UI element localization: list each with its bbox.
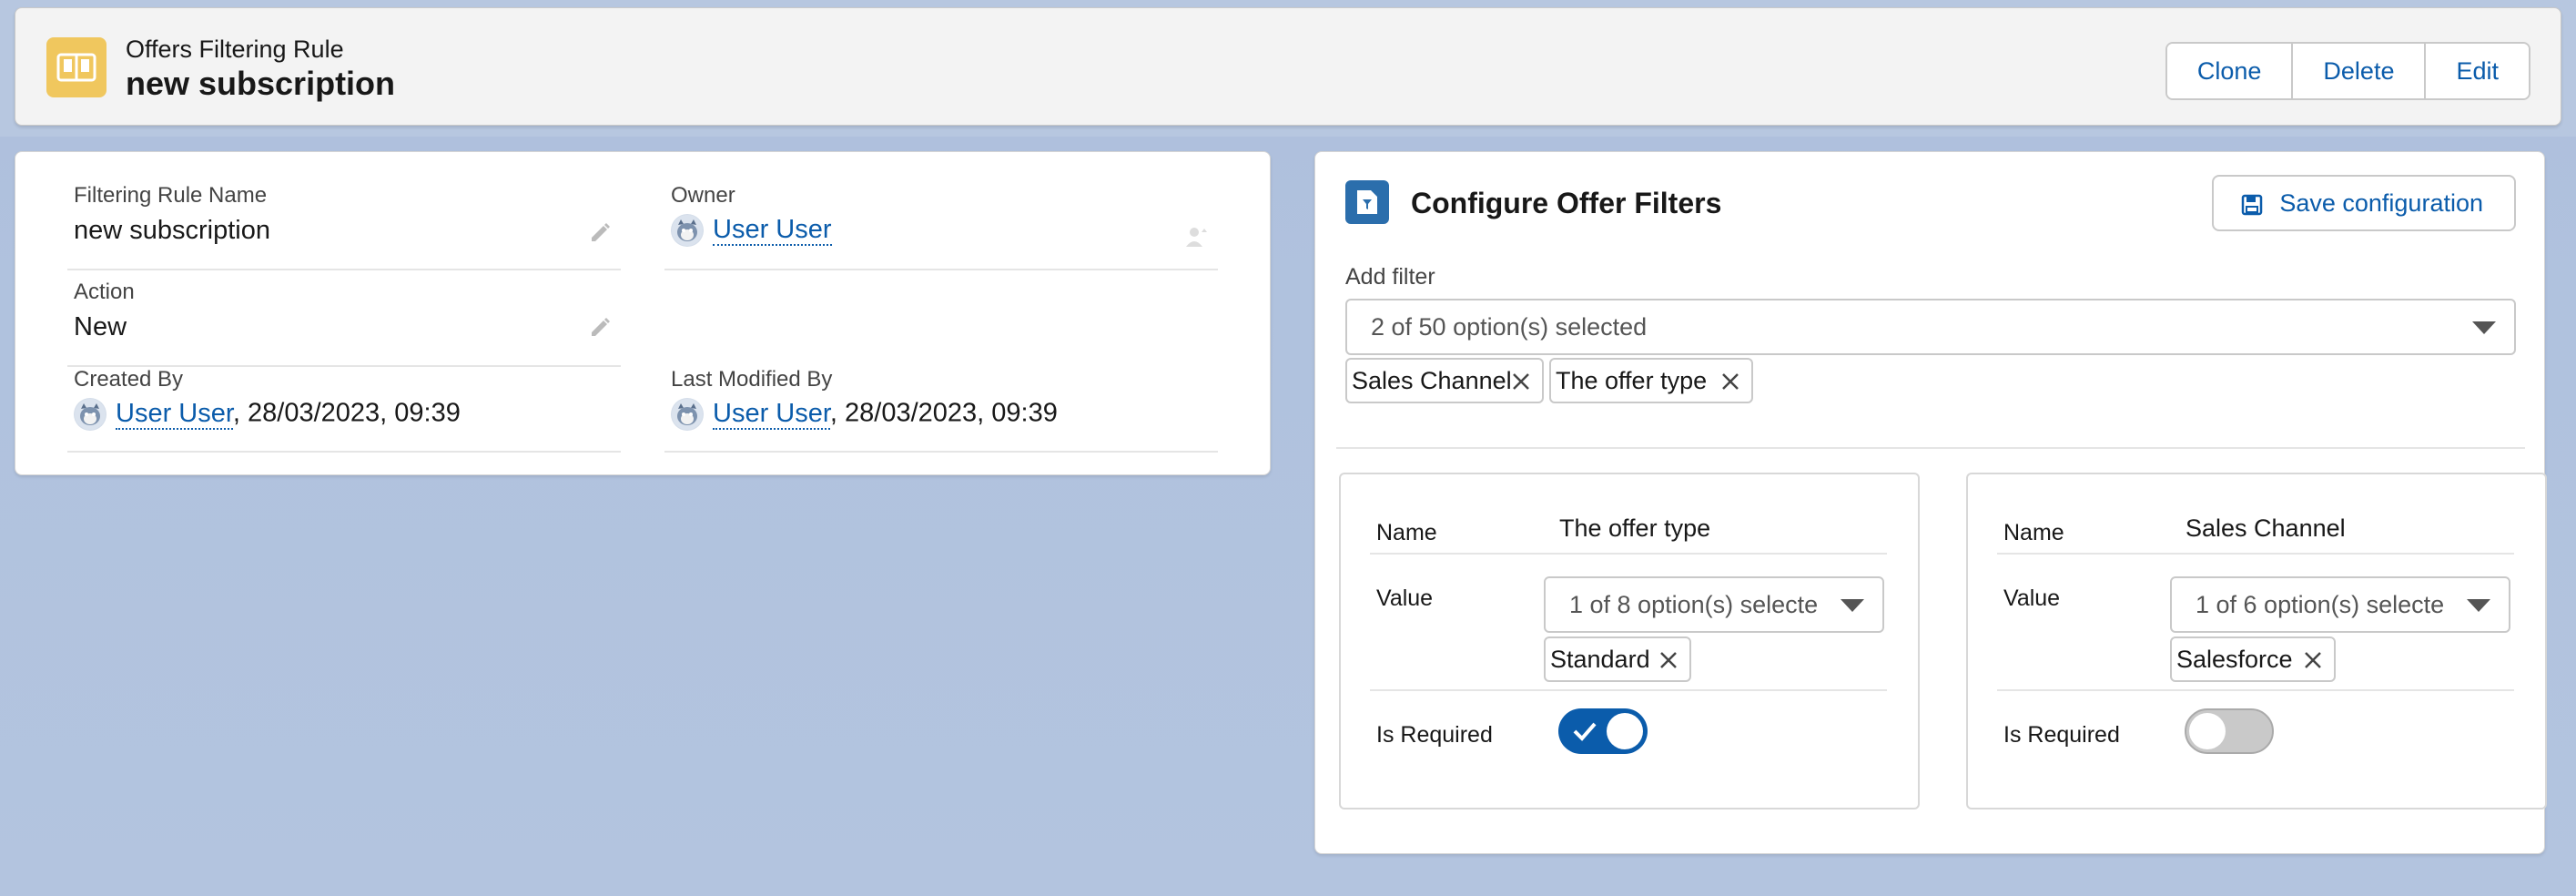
selected-value-pill: Standard — [1544, 636, 1691, 682]
selected-filter-pill: The offer type — [1549, 358, 1753, 403]
close-icon[interactable] — [1511, 372, 1531, 392]
add-filter-value: 2 of 50 option(s) selected — [1371, 312, 1648, 341]
record-actions: Clone Delete Edit — [2165, 42, 2530, 100]
clone-button[interactable]: Clone — [2166, 44, 2294, 98]
avatar — [671, 214, 704, 247]
owner-link[interactable]: User User — [713, 214, 832, 246]
field-created-by: Created By User User, 28/03/2023, 09:39 — [67, 367, 621, 453]
selected-filter-pill: Sales Channel — [1345, 358, 1544, 403]
value-combobox-text: 1 of 8 option(s) selecte — [1569, 590, 1819, 618]
name-label: Name — [1376, 520, 1437, 545]
field-filtering-rule-name: Filtering Rule Name new subscription — [67, 183, 621, 270]
last-modified-value: User User, 28/03/2023, 09:39 — [671, 398, 1058, 431]
pill-label: The offer type — [1556, 366, 1708, 394]
value-label: Value — [1376, 585, 1434, 611]
chevron-down-icon — [1841, 599, 1864, 612]
add-filter-combobox[interactable]: 2 of 50 option(s) selected — [1345, 299, 2516, 355]
field-label: Last Modified By — [671, 367, 833, 392]
filter-name: Sales Channel — [2186, 514, 2346, 542]
chevron-down-icon — [2472, 321, 2496, 334]
selected-value-pill: Salesforce — [2170, 636, 2336, 682]
is-required-toggle[interactable] — [1558, 708, 1648, 754]
avatar — [74, 398, 106, 431]
check-icon — [1573, 722, 1597, 741]
save-configuration-button[interactable]: Save configuration — [2212, 175, 2516, 231]
filter-rule-book-icon — [46, 37, 106, 97]
field-label: Owner — [671, 183, 735, 208]
created-by-value: User User, 28/03/2023, 09:39 — [74, 398, 461, 431]
row-divider — [1370, 553, 1887, 555]
record-header: Offers Filtering Rule new subscription C… — [15, 7, 2561, 126]
row-divider — [1997, 553, 2514, 555]
close-icon[interactable] — [1658, 650, 1678, 670]
toggle-knob — [2189, 713, 2226, 749]
filter-card-offer-type: Name The offer type Value 1 of 8 option(… — [1339, 473, 1920, 809]
delete-button[interactable]: Delete — [2293, 44, 2427, 98]
change-owner-icon[interactable] — [1183, 223, 1211, 250]
created-date: , 28/03/2023, 09:39 — [232, 398, 461, 428]
avatar — [671, 398, 704, 431]
close-icon[interactable] — [1720, 372, 1740, 392]
pencil-icon[interactable] — [586, 218, 614, 245]
pill-label: Standard — [1550, 645, 1650, 673]
save-disk-icon — [2242, 194, 2263, 216]
field-owner: Owner User User — [664, 183, 1218, 270]
field-value: new subscription — [74, 216, 270, 245]
field-label: Created By — [74, 367, 184, 392]
field-last-modified-by: Last Modified By User User, 28/03/2023, … — [664, 367, 1218, 453]
value-combobox-text: 1 of 6 option(s) selecte — [2196, 590, 2445, 618]
document-filter-icon — [1345, 180, 1389, 224]
toggle-knob — [1607, 713, 1643, 749]
pill-label: Sales Channel — [1352, 366, 1512, 394]
field-value: New — [74, 312, 127, 341]
is-required-label: Is Required — [1376, 722, 1493, 748]
configure-offer-filters-card: Configure Offer Filters Save configurati… — [1314, 151, 2547, 854]
is-required-toggle[interactable] — [2185, 708, 2274, 754]
filter-name: The offer type — [1559, 514, 1711, 542]
filter-card-sales-channel: Name Sales Channel Value 1 of 6 option(s… — [1966, 473, 2547, 809]
row-divider — [1997, 689, 2514, 691]
field-action: Action New — [67, 280, 621, 367]
edit-button[interactable]: Edit — [2426, 44, 2529, 98]
record-details-card: Filtering Rule Name new subscription Own… — [15, 151, 1271, 475]
close-icon[interactable] — [2303, 650, 2323, 670]
pencil-icon[interactable] — [586, 312, 614, 340]
add-filter-label: Add filter — [1345, 264, 1435, 290]
name-label: Name — [2003, 520, 2064, 545]
field-label: Filtering Rule Name — [74, 183, 268, 208]
pill-label: Salesforce — [2176, 645, 2293, 673]
value-label: Value — [2003, 585, 2061, 611]
chevron-down-icon — [2467, 599, 2490, 612]
last-modified-date: , 28/03/2023, 09:39 — [829, 398, 1058, 428]
created-by-link[interactable]: User User — [116, 398, 233, 430]
save-configuration-label: Save configuration — [2279, 188, 2483, 217]
is-required-label: Is Required — [2003, 722, 2120, 748]
value-combobox[interactable]: 1 of 8 option(s) selecte — [1544, 576, 1884, 633]
section-divider — [1336, 447, 2525, 449]
object-label: Offers Filtering Rule — [126, 36, 344, 63]
record-title: new subscription — [126, 65, 396, 102]
last-modified-link[interactable]: User User — [713, 398, 830, 430]
owner-value: User User — [671, 214, 832, 247]
field-label: Action — [74, 280, 135, 304]
config-title: Configure Offer Filters — [1411, 187, 1722, 219]
row-divider — [1370, 689, 1887, 691]
value-combobox[interactable]: 1 of 6 option(s) selecte — [2170, 576, 2510, 633]
